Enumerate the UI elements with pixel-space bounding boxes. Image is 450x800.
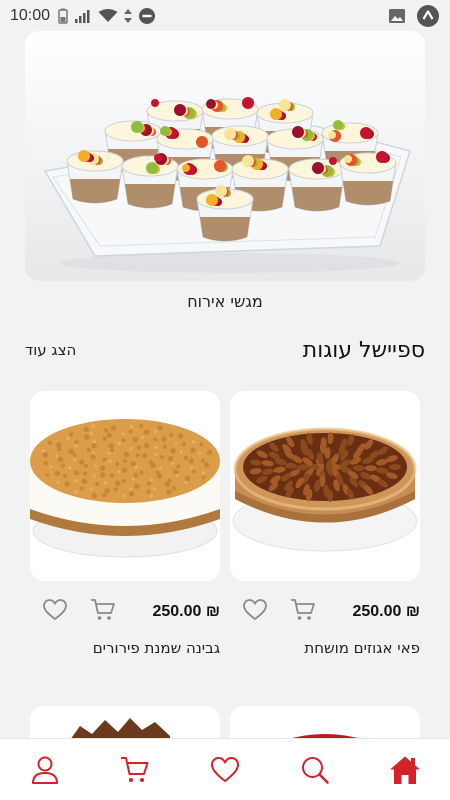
product-name[interactable]: פאי אגוזים מושחת — [230, 639, 420, 657]
cart-icon — [121, 756, 149, 782]
show-more-link[interactable]: הצג עוד — [25, 341, 76, 359]
fruit-cup — [339, 151, 397, 206]
product-card[interactable]: 250.00 ₪ גבינה שמנת פירורים — [30, 391, 220, 657]
nav-cart[interactable] — [105, 745, 165, 795]
hero-image — [43, 97, 411, 273]
cheesecake-image — [30, 419, 220, 558]
home-icon — [390, 756, 420, 784]
fruit-cup — [66, 150, 124, 204]
product-meta-row: 250.00 ₪ — [230, 597, 420, 627]
product-price: 250.00 ₪ — [152, 603, 220, 620]
nav-favorites[interactable] — [195, 745, 255, 795]
product-name[interactable]: גבינה שמנת פירורים — [30, 639, 220, 657]
fruit-cup — [288, 157, 346, 212]
section-title: ספיישל עוגות — [302, 337, 425, 363]
product-card[interactable]: 250.00 ₪ פאי אגוזים מושחת — [230, 391, 420, 657]
status-icons — [58, 7, 156, 25]
heart-icon — [210, 756, 240, 782]
product-price: 250.00 ₪ — [352, 603, 420, 620]
hero-banner[interactable] — [25, 31, 425, 281]
fruit-cup — [121, 153, 179, 209]
gallery-icon — [389, 9, 405, 23]
pecan-pie-image — [232, 427, 418, 552]
heart-icon[interactable] — [242, 598, 268, 626]
signal-icon — [75, 10, 90, 23]
status-bar: 10:00 — [0, 0, 450, 32]
nav-search[interactable] — [285, 745, 345, 795]
status-time: 10:00 — [10, 7, 51, 24]
user-icon — [32, 756, 58, 784]
bottom-nav — [0, 738, 450, 800]
search-icon — [302, 756, 329, 784]
do-not-disturb-icon — [139, 8, 156, 24]
product-actions — [230, 598, 316, 626]
fruit-cup — [196, 185, 254, 242]
nav-home[interactable] — [375, 745, 435, 795]
wifi-icon — [98, 9, 118, 22]
product-image-cheesecake[interactable] — [30, 391, 220, 581]
heart-icon[interactable] — [42, 598, 68, 626]
cart-icon[interactable] — [90, 598, 116, 626]
product-actions — [30, 598, 116, 626]
nav-profile[interactable] — [15, 745, 75, 795]
cart-icon[interactable] — [290, 598, 316, 626]
section-header: הצג עוד ספיישל עוגות — [25, 335, 425, 365]
battery-icon — [58, 8, 68, 24]
data-arrows-icon — [124, 9, 133, 23]
product-image-pecan-pie[interactable] — [230, 391, 420, 581]
app-badge-icon — [417, 5, 439, 27]
product-meta-row: 250.00 ₪ — [30, 597, 220, 627]
hero-caption[interactable]: מגשי אירוח — [0, 292, 450, 311]
